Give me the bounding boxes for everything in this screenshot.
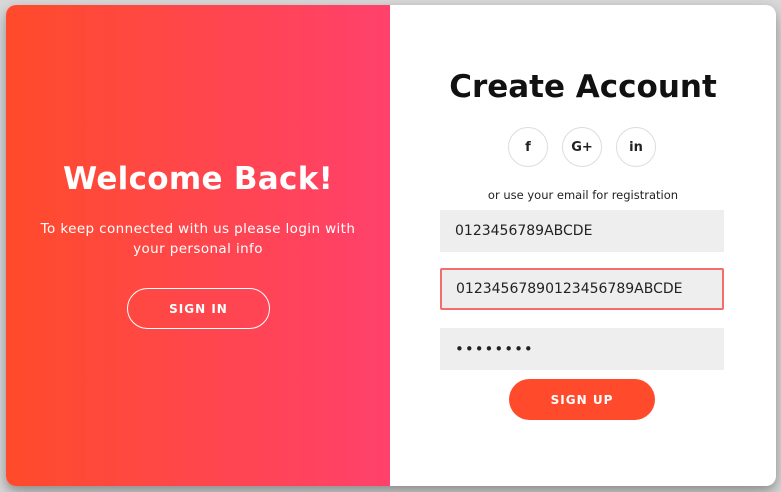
google-plus-icon: G+ [571, 139, 593, 155]
password-input[interactable] [440, 328, 724, 370]
sign-up-form: Create Account f G+ in or use your email… [390, 5, 776, 486]
sign-up-button[interactable]: SIGN UP [509, 379, 655, 420]
overlay-panel: Welcome Back! To keep connected with us … [6, 5, 390, 486]
name-input[interactable] [440, 210, 724, 252]
email-input[interactable] [440, 268, 724, 310]
registration-hint: or use your email for registration [487, 188, 679, 202]
form-title: Create Account [449, 69, 717, 105]
overlay-message: To keep connected with us please login w… [40, 221, 356, 257]
sign-in-button[interactable]: SIGN IN [127, 288, 270, 329]
google-plus-button[interactable]: G+ [562, 127, 602, 167]
overlay-title: Welcome Back! [62, 161, 334, 197]
facebook-button[interactable]: f [508, 127, 548, 167]
auth-card: Welcome Back! To keep connected with us … [6, 5, 776, 486]
facebook-icon: f [525, 139, 531, 155]
linkedin-button[interactable]: in [616, 127, 656, 167]
linkedin-icon: in [629, 139, 643, 155]
